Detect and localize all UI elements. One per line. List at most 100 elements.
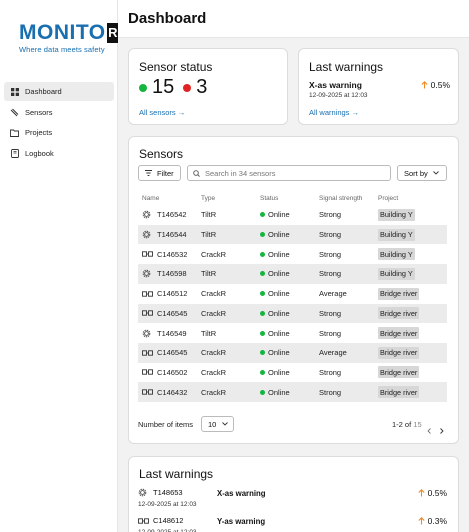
warning-sensor: C148612 — [138, 516, 183, 525]
online-status-dot — [260, 251, 265, 257]
sensor-name-cell: T146598 — [142, 269, 187, 278]
project-badge: Bridge river — [378, 386, 420, 399]
project-cell: Bridge river — [378, 287, 420, 300]
sensor-type: TiltR — [201, 230, 217, 240]
warning-sensor: T148653 — [138, 488, 183, 497]
project-badge: Bridge river — [378, 366, 420, 379]
sort-by-dropdown[interactable]: Sort by — [397, 165, 447, 181]
main-content: Dashboard Sensor status 15 3 All sensors… — [118, 0, 469, 532]
sensor-status-cell: Online — [260, 230, 290, 239]
table-row[interactable]: T146598 TiltR Online Strong Building Y — [138, 264, 447, 284]
sensor-name: T146544 — [157, 230, 187, 240]
project-badge: Bridge river — [378, 327, 420, 340]
table-row[interactable]: C146502 CrackR Online Strong Bridge river — [138, 363, 447, 383]
items-per-page-select[interactable]: 10 — [201, 416, 234, 432]
sidebar-item-logbook[interactable]: Logbook — [4, 144, 114, 163]
table-row[interactable]: C146532 CrackR Online Strong Building Y — [138, 244, 447, 264]
sensor-name: C146545 — [157, 308, 188, 318]
table-row[interactable]: C146545 CrackR Online Average Bridge river — [138, 342, 447, 363]
sensor-status: Online — [268, 230, 290, 240]
search-input[interactable]: Search in 34 sensors — [205, 169, 275, 178]
sidebar-item-label: Logbook — [25, 148, 54, 158]
table-row[interactable]: T146544 TiltR Online Strong Building Y — [138, 224, 447, 245]
warning-type: Y-as warning — [217, 517, 266, 526]
sensor-status-card: Sensor status 15 3 All sensors → — [128, 48, 288, 125]
all-warnings-link[interactable]: All warnings → — [309, 108, 359, 117]
sensor-status: Online — [268, 249, 290, 259]
sensor-name: C146532 — [157, 249, 188, 259]
sensor-type: CrackR — [201, 249, 227, 259]
card-title: Last warnings — [139, 467, 214, 481]
sensor-name-cell: T146549 — [142, 329, 187, 338]
sensor-status-cell: Online — [260, 269, 290, 278]
crack-icon — [142, 310, 154, 316]
project-badge: Building Y — [378, 248, 415, 261]
online-status-dot — [260, 310, 265, 316]
table-row[interactable]: C146512 CrackR Online Average Bridge river — [138, 284, 447, 304]
online-status-dot — [260, 389, 265, 395]
signal-strength: Strong — [319, 367, 342, 377]
logo-tagline: Where data meets safety — [19, 45, 105, 54]
crack-icon — [142, 369, 154, 376]
prev-page-button[interactable] — [427, 421, 431, 439]
arrow-up-icon — [421, 81, 428, 89]
sensor-status: Online — [268, 269, 290, 279]
sensor-counts: 15 3 — [139, 76, 207, 99]
crack-icon — [142, 290, 154, 297]
sensor-status-cell: Online — [260, 368, 290, 377]
logo[interactable]: MONITO R Where data meets safety — [19, 22, 120, 54]
sensor-type: TiltR — [201, 210, 217, 220]
sidebar-item-dashboard[interactable]: Dashboard — [4, 82, 114, 101]
signal-strength: Strong — [319, 249, 342, 259]
warning-list-item[interactable]: T148653 12-09-2025 at 12:03 X-as warning 0.… — [138, 488, 449, 514]
column-header[interactable]: Status — [260, 195, 278, 202]
sensor-name: C146432 — [157, 387, 188, 397]
project-badge: Building Y — [378, 228, 415, 241]
table-row[interactable]: C146545 CrackR Online Strong Bridge river — [138, 303, 447, 324]
sensor-name-cell: C146502 — [142, 368, 187, 377]
last-warnings-card: Last warnings X-as warning 12-09-2025 at… — [298, 48, 459, 125]
column-header[interactable]: Signal strength — [319, 195, 362, 202]
project-cell: Building Y — [378, 248, 415, 261]
sensor-type: TiltR — [201, 269, 217, 279]
card-title: Last warnings — [309, 60, 384, 74]
signal-strength: Strong — [319, 210, 342, 220]
column-header[interactable]: Project — [378, 195, 398, 202]
next-page-button[interactable] — [440, 421, 444, 439]
sidebar-item-label: Dashboard — [25, 87, 62, 96]
sidebar-item-projects[interactable]: Projects — [4, 123, 114, 142]
filter-button[interactable]: Filter — [138, 165, 181, 181]
sidebar-item-label: Sensors — [25, 107, 53, 117]
online-status-dot — [260, 369, 265, 375]
sensor-status: Online — [268, 210, 290, 220]
table-row[interactable]: T146542 TiltR Online Strong Building Y — [138, 205, 447, 225]
column-header[interactable]: Type — [201, 195, 215, 202]
sensor-type: TiltR — [201, 328, 217, 338]
search-icon — [193, 169, 200, 177]
logo-wordmark: MONITO R — [19, 21, 120, 44]
warning-change: 0.3% — [418, 516, 447, 526]
table-row[interactable]: T146549 TiltR Online Strong Bridge river — [138, 323, 447, 343]
sensor-status-cell: Online — [260, 210, 290, 219]
sensor-type: CrackR — [201, 308, 227, 318]
sidebar-item-label: Projects — [25, 128, 53, 137]
sensor-status-cell: Online — [260, 348, 290, 357]
crack-icon — [142, 389, 154, 395]
sensor-name-cell: T146542 — [142, 210, 187, 219]
warning-list-item[interactable]: C14861212-09-2025 at 12:03Y-as warning0.… — [138, 516, 449, 532]
warning-timestamp: 12-09-2025 at 12:03 — [309, 92, 368, 99]
sidebar-item-sensors[interactable]: Sensors — [4, 103, 114, 122]
signal-strength: Strong — [319, 308, 342, 318]
signal-strength: Strong — [319, 230, 342, 240]
book-icon — [10, 148, 19, 158]
sensor-type: CrackR — [201, 367, 227, 377]
all-sensors-link[interactable]: All sensors → — [139, 108, 185, 117]
table-row[interactable]: C146432 CrackR Online Strong Bridge river — [138, 382, 447, 402]
column-header[interactable]: Name — [142, 195, 159, 202]
search-field[interactable]: Search in 34 sensors — [187, 165, 391, 181]
online-status-dot — [260, 330, 265, 336]
alert-count: 3 — [196, 76, 208, 98]
project-cell: Bridge river — [378, 307, 420, 320]
project-cell: Bridge river — [378, 366, 420, 379]
chevron-down-icon — [222, 422, 229, 426]
